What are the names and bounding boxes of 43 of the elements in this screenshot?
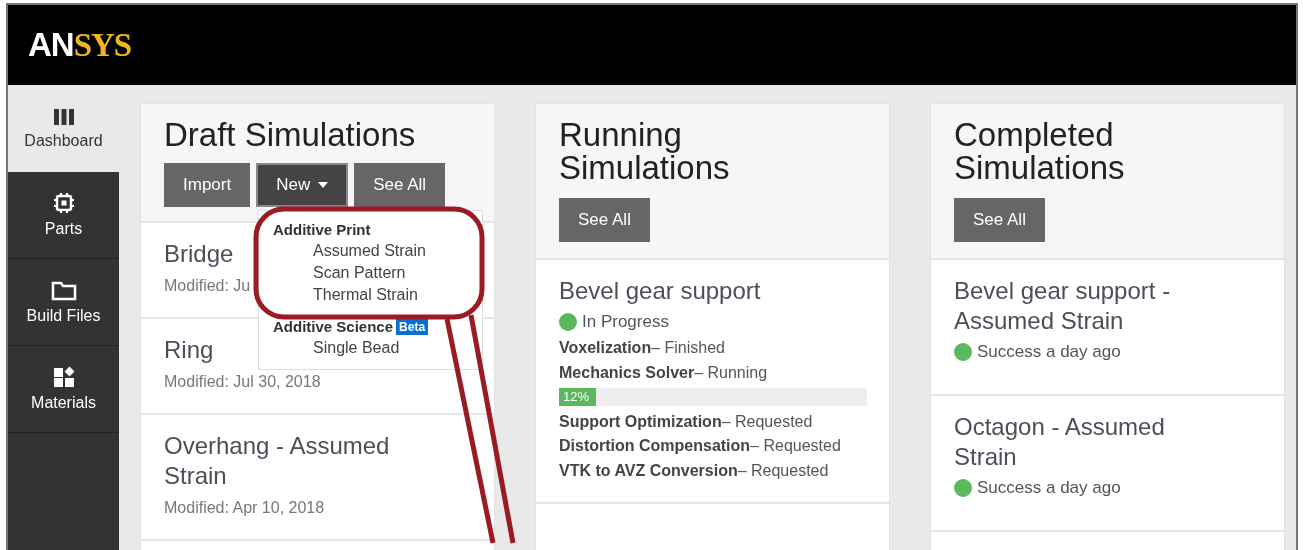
action-button[interactable]: See All — [954, 198, 1045, 242]
modified-date: Modified: Jul 30, 2018 — [164, 373, 321, 391]
menu-heading: Additive Science — [273, 318, 394, 335]
card-title: Octagon - Assumed Strain — [954, 412, 1166, 472]
step-status: Distortion Compensation– Requested — [559, 438, 841, 456]
panel-title: Running Simulations — [559, 118, 731, 184]
status-text: Success a day ago — [977, 342, 1121, 362]
menu-item[interactable]: Assumed Strain — [273, 238, 482, 260]
columns-icon — [52, 107, 75, 126]
step-status: VTK to AVZ Conversion– Requested — [559, 463, 829, 480]
progress-label: 12% — [563, 389, 590, 405]
menu-item[interactable]: Thermal Strain — [273, 282, 482, 304]
card-title: Ring — [164, 335, 214, 365]
modified-date: Modified: Apr 10, 2018 — [164, 499, 325, 517]
step-status: Voxelization– Finished — [559, 340, 725, 357]
status-text: Success a day ago — [977, 478, 1121, 498]
panel-title: Completed Simulations — [954, 118, 1126, 184]
action-button[interactable]: See All — [559, 198, 650, 242]
panel-title: Draft Simulations — [164, 118, 417, 151]
step-status: Mechanics Solver– Running — [559, 364, 768, 382]
caret-icon — [318, 182, 329, 188]
card-title: Bevel gear support - Assumed Strain — [954, 276, 1172, 336]
menu-item[interactable]: Single Bead — [273, 335, 482, 357]
status-text: In Progress — [582, 312, 669, 332]
simulation-card[interactable]: Bevel gear support - Assumed Strain Success a day ago — [931, 260, 1284, 396]
card-title: Bevel gear support — [559, 276, 761, 306]
menu-heading: Additive Print — [273, 221, 371, 238]
simulation-card[interactable]: Bevel gear support In Progress Voxelization– Finished Mechanics Solver– Running 12% Support Optimization– Requested Distortion Compensation– Requested VTK to AVZ Conversion– Requested — [536, 260, 889, 504]
menu-item[interactable]: Scan Pattern — [273, 260, 482, 282]
step-status: Support Optimization– Requested — [559, 413, 813, 431]
action-button[interactable]: Import — [164, 163, 251, 207]
brand-logo: ANSYS — [28, 26, 132, 64]
simulation-card[interactable]: Octagon - Assumed Strain Success a day ago — [931, 396, 1284, 532]
blocks-icon — [52, 366, 75, 388]
simulation-card[interactable]: Overhang - Assumed Strain Modified: Apr 10, 2018 — [141, 415, 494, 541]
folder-icon — [50, 279, 77, 301]
chip-icon — [52, 192, 75, 214]
action-button[interactable]: See All — [354, 163, 446, 207]
modified-date: Modified: Ju — [164, 277, 251, 295]
sidebar-item[interactable]: Dashboard — [8, 85, 119, 172]
dropdown-button[interactable]: New — [256, 163, 349, 207]
card-title: Bridge — [164, 239, 234, 269]
card-title: Overhang - Assumed Strain — [164, 431, 391, 491]
